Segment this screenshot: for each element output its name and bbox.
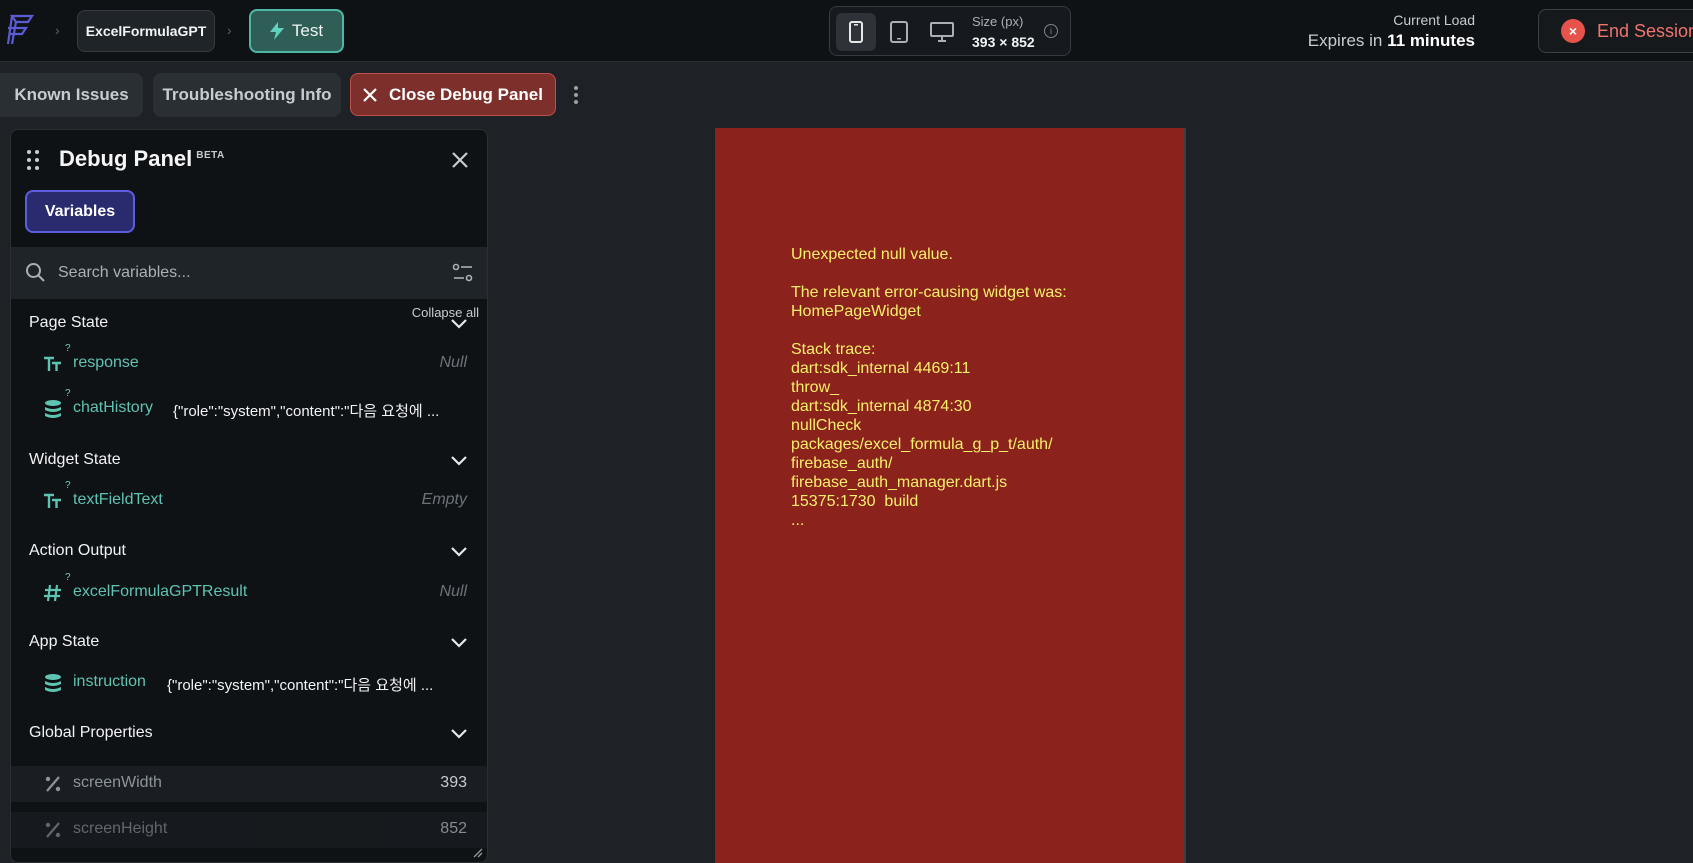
device-preview[interactable]: Unexpected null value. The relevant erro… — [715, 128, 1186, 863]
section-global-properties[interactable]: Global Properties — [29, 724, 153, 742]
database-icon — [45, 674, 61, 692]
percent-icon — [45, 776, 61, 792]
desktop-device-button[interactable] — [922, 13, 962, 51]
section-page-state[interactable]: Page State — [29, 314, 108, 332]
nullable-marker: ? — [65, 572, 71, 583]
breadcrumb-separator-icon: › — [55, 22, 60, 38]
text-type-icon — [44, 493, 61, 508]
expires-prefix: Expires in — [1307, 31, 1388, 50]
beta-badge: BETA — [196, 149, 225, 161]
breadcrumb-separator-icon: › — [227, 22, 232, 38]
info-icon[interactable]: i — [1044, 24, 1058, 38]
nullable-marker: ? — [65, 343, 71, 354]
variable-value: Null — [439, 354, 467, 371]
size-value: 393 × 852 — [972, 34, 1035, 50]
variable-value: Empty — [421, 491, 467, 508]
more-options-icon[interactable] — [572, 84, 580, 106]
variable-value: {"role":"system","content":"다음 요청에 ... — [173, 403, 440, 420]
variable-value: Null — [439, 583, 467, 600]
variable-name: excelFormulaGPTResult — [73, 583, 248, 600]
size-label: Size (px) — [972, 14, 1024, 29]
search-bar — [11, 247, 487, 299]
section-app-state[interactable]: App State — [29, 633, 99, 651]
section-action-output[interactable]: Action Output — [29, 542, 126, 560]
text-type-icon — [44, 356, 61, 371]
troubleshooting-info-button[interactable]: Troubleshooting Info — [153, 73, 341, 117]
close-icon[interactable] — [448, 148, 472, 172]
filter-icon[interactable] — [452, 262, 474, 284]
debug-panel-title: Debug Panel BETA — [59, 146, 225, 172]
variable-row-excelformulagptresult[interactable]: ? excelFormulaGPTResult Null — [11, 572, 487, 611]
search-icon — [26, 263, 45, 282]
variable-name: instruction — [73, 673, 146, 690]
chevron-down-icon[interactable] — [449, 636, 469, 650]
close-debug-panel-button[interactable]: Close Debug Panel — [350, 73, 556, 116]
variable-row-screenheight[interactable]: screenHeight 852 — [11, 812, 487, 848]
hash-icon — [44, 584, 61, 602]
database-icon — [45, 400, 61, 418]
end-session-label: End Session — [1597, 20, 1693, 41]
close-circle-icon: × — [1561, 19, 1585, 43]
nullable-marker: ? — [65, 388, 71, 399]
expires-value: 11 minutes — [1387, 31, 1475, 50]
variable-name: screenWidth — [73, 774, 162, 791]
tablet-icon — [890, 21, 908, 43]
lightning-icon — [269, 22, 284, 40]
close-icon — [363, 87, 377, 102]
device-size-selector: Size (px) 393 × 852 i — [829, 6, 1071, 56]
test-label: Test — [291, 21, 324, 40]
end-session-button[interactable]: × End Session — [1538, 9, 1693, 53]
panel-title-text: Debug Panel — [59, 146, 193, 171]
variable-row-chathistory[interactable]: ? chatHistory {"role":"system","content"… — [11, 388, 487, 427]
variable-name: chatHistory — [73, 399, 154, 416]
expires-text: Expires in 11 minutes — [1308, 31, 1475, 51]
search-input[interactable] — [58, 259, 418, 287]
test-mode-button[interactable]: Test — [249, 9, 344, 53]
drag-handle-icon[interactable] — [27, 150, 41, 170]
variable-name: textFieldText — [73, 491, 163, 508]
debug-panel: Debug PanelBETA Variables Collapse all P… — [10, 129, 488, 863]
error-message: Unexpected null value. The relevant erro… — [791, 246, 1067, 529]
phone-icon — [849, 21, 863, 43]
variable-name: response — [73, 354, 139, 371]
variable-row-textfieldtext[interactable]: ? textFieldText Empty — [11, 480, 487, 519]
chevron-down-icon[interactable] — [449, 454, 469, 468]
variable-row-screenwidth[interactable]: screenWidth 393 — [11, 766, 487, 802]
chevron-down-icon[interactable] — [449, 317, 469, 331]
tab-variables[interactable]: Variables — [25, 190, 135, 233]
project-name-button[interactable]: ExcelFormulaGPT — [77, 10, 215, 52]
chevron-down-icon[interactable] — [449, 727, 469, 741]
variable-row-response[interactable]: ? response Null — [11, 343, 487, 382]
top-bar: › ExcelFormulaGPT › Test Size (px) 393 ×… — [0, 0, 1693, 62]
variable-value: {"role":"system","content":"다음 요청에 ... — [167, 677, 434, 694]
variable-name: screenHeight — [73, 820, 168, 837]
chevron-down-icon[interactable] — [449, 545, 469, 559]
section-widget-state[interactable]: Widget State — [29, 451, 121, 469]
percent-icon — [45, 822, 61, 838]
current-load-label: Current Load — [1393, 12, 1475, 28]
variable-value: 393 — [440, 774, 467, 791]
close-debug-label: Close Debug Panel — [389, 84, 543, 104]
variable-value: 852 — [440, 820, 467, 837]
phone-device-button[interactable] — [836, 13, 876, 51]
variable-row-instruction[interactable]: instruction {"role":"system","content":"… — [11, 665, 487, 701]
tablet-device-button[interactable] — [879, 13, 919, 51]
nullable-marker: ? — [65, 480, 71, 491]
known-issues-button[interactable]: Known Issues — [0, 73, 143, 117]
desktop-icon — [930, 22, 954, 42]
resize-handle-icon[interactable] — [471, 846, 483, 858]
flutterflow-logo-icon[interactable] — [6, 14, 36, 46]
